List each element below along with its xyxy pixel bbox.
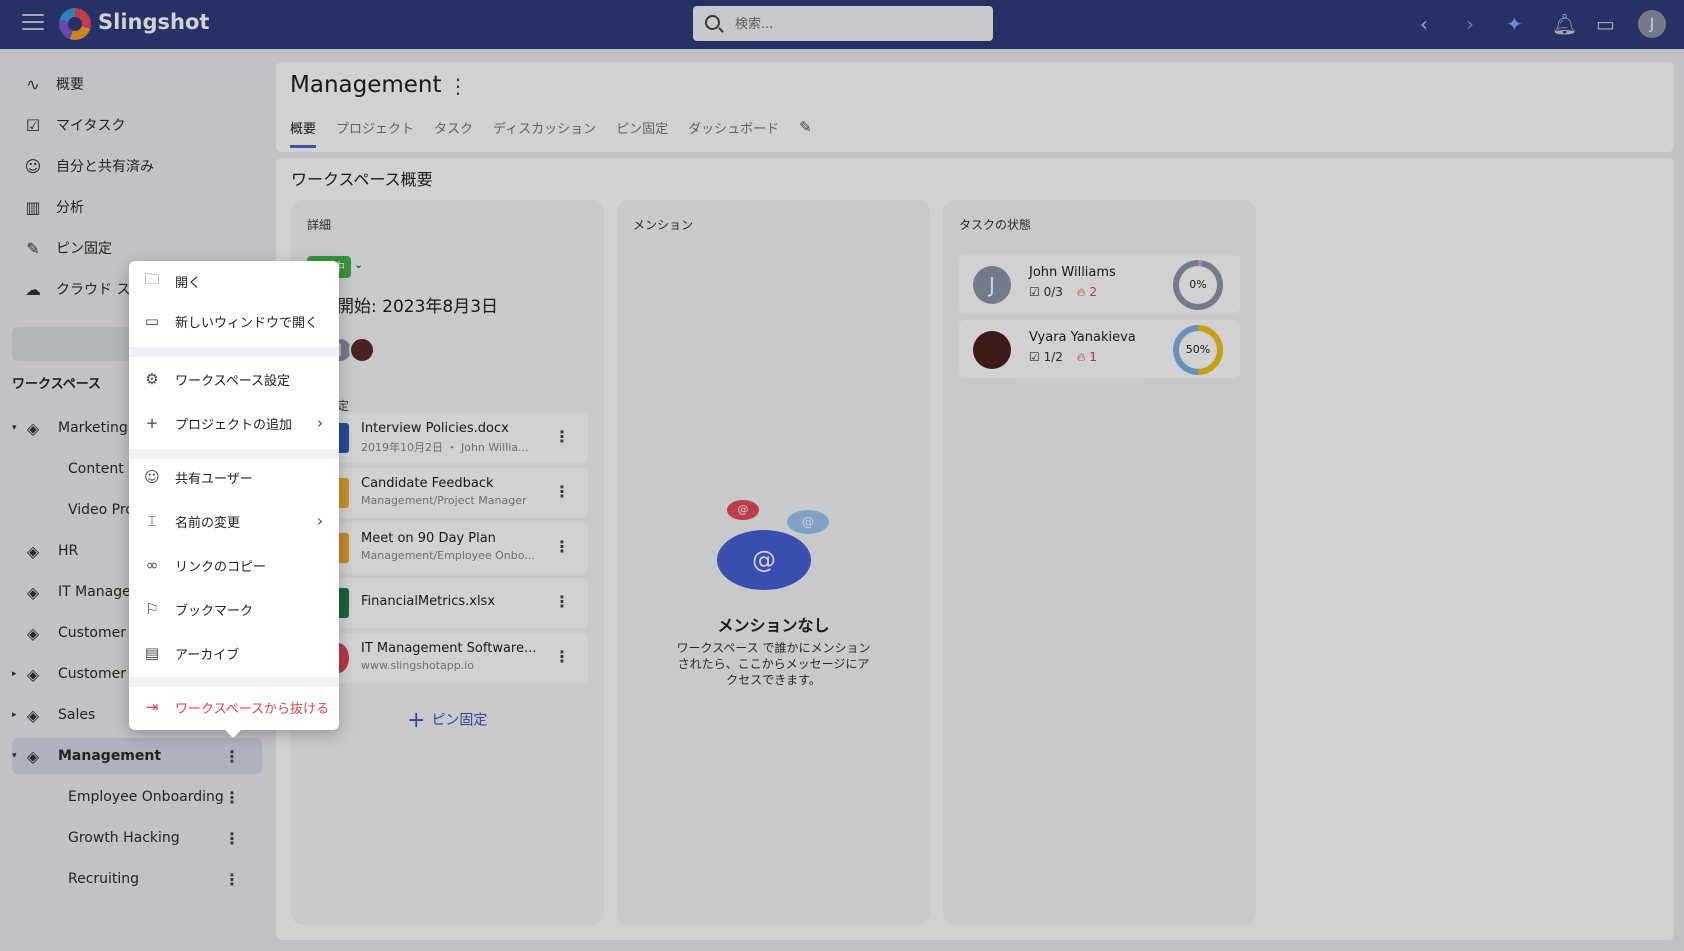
menu-item-copy-link[interactable]: ∞ リンクのコピー (129, 545, 339, 585)
gear-icon: ⚙ (145, 370, 159, 388)
menu-divider (129, 677, 339, 687)
workspace-context-menu: 🗀︎ 開く ▭ 新しいウィンドウで開く ⚙ ワークスペース設定 + プロジェクト… (129, 261, 339, 738)
menu-item-label: リンクのコピー (175, 559, 267, 575)
menu-item-bookmark[interactable]: ⚐ ブックマーク (129, 589, 339, 629)
menu-item-label: 新しいウィンドウで開く (175, 315, 319, 331)
menu-item-label: アーカイブ (175, 647, 240, 663)
menu-divider (129, 347, 339, 357)
folder-open-icon: 🗀︎ (144, 269, 160, 288)
menu-item-add-project[interactable]: + プロジェクトの追加 › (129, 403, 339, 443)
menu-item-label: 開く (175, 275, 202, 291)
menu-item-open-new-window[interactable]: ▭ 新しいウィンドウで開く (129, 301, 339, 341)
menu-item-rename[interactable]: ⌶ 名前の変更 › (129, 501, 339, 541)
archive-icon: ▤ (144, 644, 160, 662)
menu-item-label: 名前の変更 (175, 515, 241, 531)
menu-item-workspace-settings[interactable]: ⚙ ワークスペース設定 (129, 359, 339, 399)
chevron-right-icon: › (317, 414, 323, 432)
menu-item-label: 共有ユーザー (175, 471, 253, 487)
menu-item-shared-users[interactable]: ☺ 共有ユーザー (129, 457, 339, 497)
menu-item-open[interactable]: 🗀︎ 開く (129, 261, 339, 301)
new-window-icon: ▭ (144, 312, 160, 330)
menu-item-archive[interactable]: ▤ アーカイブ (129, 633, 339, 673)
menu-item-label: プロジェクトの追加 (175, 417, 293, 433)
link-icon: ∞ (145, 556, 159, 574)
user-plus-icon: ☺ (144, 468, 160, 486)
menu-item-label: ワークスペース設定 (175, 373, 291, 389)
bookmark-icon: ⚐ (145, 600, 159, 618)
chevron-right-icon: › (317, 512, 323, 530)
menu-item-label: ブックマーク (175, 603, 254, 619)
exit-icon: ⇥ (145, 698, 159, 716)
rename-icon: ⌶ (147, 512, 157, 530)
menu-item-label: ワークスペースから抜ける (175, 701, 330, 717)
plus-icon: + (145, 414, 159, 432)
menu-item-leave-workspace[interactable]: ⇥ ワークスペースから抜ける (129, 687, 339, 727)
